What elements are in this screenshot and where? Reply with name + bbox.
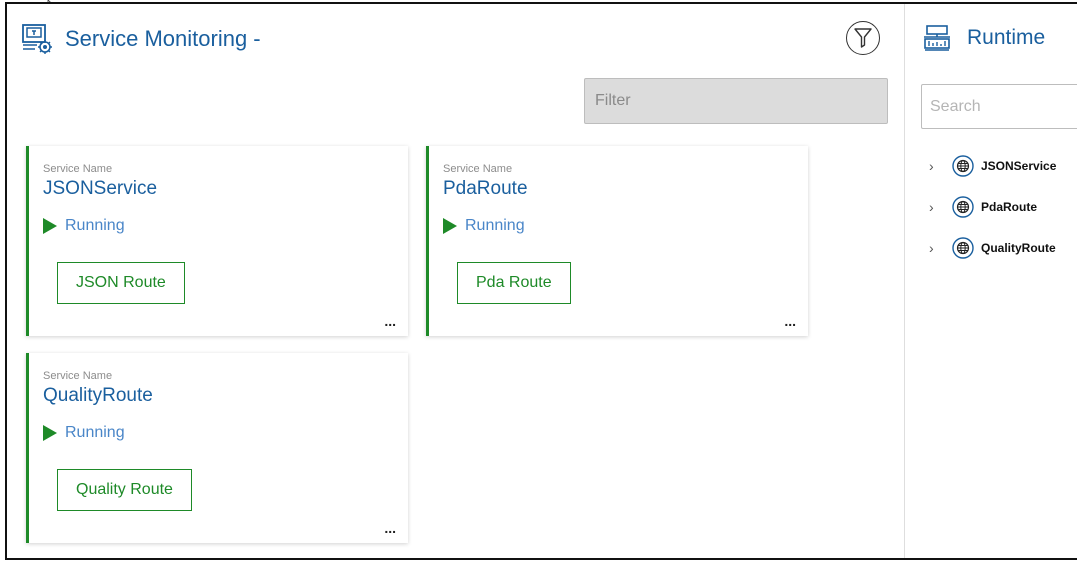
tree-item-pdaroute[interactable]: › PdaRoute: [929, 195, 1037, 219]
runtime-title: Runtime: [967, 26, 1046, 49]
globe-icon: [952, 237, 974, 259]
status-text: Running: [465, 217, 525, 234]
filter-icon: [854, 28, 872, 48]
service-name-label: Service Name: [43, 163, 113, 175]
tree-item-label: QualityRoute: [981, 241, 1056, 255]
service-status: Running: [443, 217, 525, 235]
status-text: Running: [65, 424, 125, 441]
filter-toggle-button[interactable]: [846, 21, 880, 55]
globe-icon: [952, 196, 974, 218]
service-status: Running: [43, 424, 125, 442]
more-icon[interactable]: ...: [784, 314, 796, 328]
service-name-label: Service Name: [443, 163, 513, 175]
more-icon[interactable]: ...: [384, 521, 396, 535]
runtime-icon: [924, 25, 950, 51]
service-card: Service Name PdaRoute Running Pda Route …: [426, 146, 808, 336]
chevron-right-icon[interactable]: ›: [929, 240, 943, 256]
play-icon: [43, 218, 57, 234]
service-card: Service Name JSONService Running JSON Ro…: [26, 146, 408, 336]
search-input[interactable]: [921, 84, 1077, 129]
runtime-panel: Runtime › JSONService › PdaRoute ›: [905, 4, 1077, 558]
status-text: Running: [65, 217, 125, 234]
service-name: JSONService: [43, 178, 158, 199]
tree-item-jsonservice[interactable]: › JSONService: [929, 154, 1056, 178]
globe-icon: [952, 155, 974, 177]
play-icon: [443, 218, 457, 234]
service-name-label: Service Name: [43, 370, 113, 382]
tree-item-label: PdaRoute: [981, 200, 1038, 214]
play-icon: [43, 425, 57, 441]
tree-item-label: JSONService: [981, 159, 1057, 173]
route-button[interactable]: JSON Route: [57, 262, 185, 304]
tree-item-qualityroute[interactable]: › QualityRoute: [929, 236, 1056, 260]
chevron-right-icon[interactable]: ›: [929, 199, 943, 215]
filter-input[interactable]: [584, 78, 888, 124]
service-name: QualityRoute: [43, 385, 153, 406]
route-button[interactable]: Quality Route: [57, 469, 192, 511]
service-name: PdaRoute: [443, 178, 528, 199]
service-status: Running: [43, 217, 125, 235]
more-icon[interactable]: ...: [384, 314, 396, 328]
service-card: Service Name QualityRoute Running Qualit…: [26, 353, 408, 543]
app-window: Service Monitoring - Service Name JSONSe…: [5, 2, 1077, 560]
chevron-right-icon[interactable]: ›: [929, 158, 943, 174]
route-button[interactable]: Pda Route: [457, 262, 571, 304]
monitor-settings-icon: [22, 24, 52, 54]
service-monitoring-panel: Service Monitoring - Service Name JSONSe…: [7, 4, 904, 558]
page-title: Service Monitoring -: [65, 26, 261, 51]
